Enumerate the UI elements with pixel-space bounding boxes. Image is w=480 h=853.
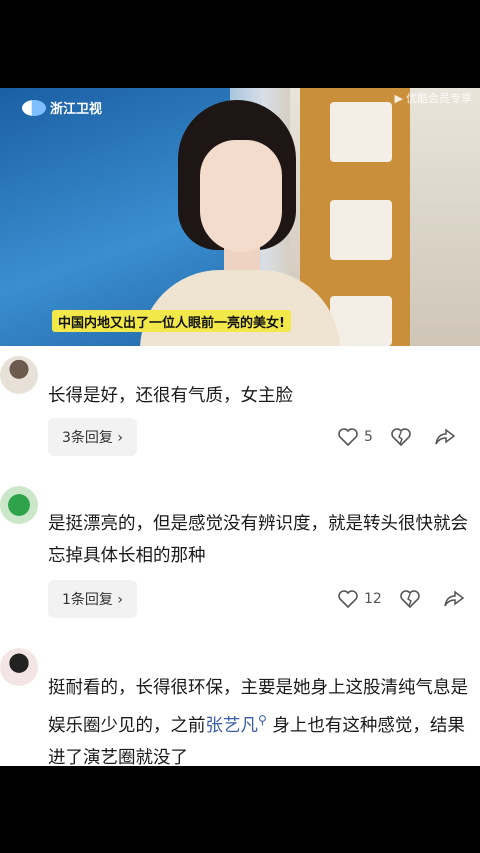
search-link-text: 张艺凡 xyxy=(205,715,259,736)
broken-heart-icon xyxy=(400,590,420,608)
dislike-button[interactable] xyxy=(400,590,426,608)
comment-list[interactable]: 长得是好，还很有气质，女主脸 3条回复 › 5 是挺漂亮的，但是感觉没有辨识度，… xyxy=(0,346,480,766)
watermark-text: 优酷会员专享 xyxy=(406,92,472,105)
video-frame[interactable]: 浙江卫视 ▶ 优酷会员专享 中国内地又出了一位人眼前一亮的美女! xyxy=(0,88,480,346)
view-replies-button[interactable]: 1条回复 › xyxy=(48,580,137,618)
broken-heart-icon xyxy=(391,428,411,446)
channel-logo: 浙江卫视 xyxy=(22,98,102,117)
comment-text: 长得是好，还很有气质，女主脸 xyxy=(48,386,293,406)
share-icon xyxy=(435,428,455,445)
avatar[interactable] xyxy=(0,356,38,394)
comment-actions: 5 xyxy=(338,428,479,446)
video-caption: 中国内地又出了一位人眼前一亮的美女! xyxy=(52,310,291,332)
comment-actions: 12 xyxy=(338,590,480,608)
like-button[interactable]: 5 xyxy=(338,428,373,446)
search-link[interactable]: 张艺凡⚲ xyxy=(205,713,267,736)
share-button[interactable] xyxy=(435,428,461,446)
heart-icon xyxy=(338,590,358,608)
avatar[interactable] xyxy=(0,648,38,686)
play-icon: ▶ xyxy=(394,91,403,105)
search-icon: ⚲ xyxy=(258,713,267,727)
avatar[interactable] xyxy=(0,486,38,524)
bottom-black-bar xyxy=(0,766,480,853)
heart-icon xyxy=(338,428,358,446)
video-set-window xyxy=(330,102,392,162)
video-set-window xyxy=(330,200,392,260)
share-icon xyxy=(444,590,464,607)
channel-logo-text: 浙江卫视 xyxy=(50,102,103,117)
comment-text: 挺耐看的，长得很环保，主要是她身上这股清纯气息是娱乐圈少见的，之前张艺凡⚲ 身上… xyxy=(48,672,468,766)
like-button[interactable]: 12 xyxy=(338,590,382,608)
share-button[interactable] xyxy=(444,590,470,608)
person-face xyxy=(200,140,282,252)
channel-logo-icon xyxy=(22,99,46,116)
video-watermark: ▶ 优酷会员专享 xyxy=(395,90,472,106)
dislike-button[interactable] xyxy=(391,428,417,446)
view-replies-button[interactable]: 3条回复 › xyxy=(48,418,137,456)
comment-text: 是挺漂亮的，但是感觉没有辨识度，就是转头很快就会忘掉具体长相的那种 xyxy=(48,514,468,566)
like-count: 5 xyxy=(364,429,373,445)
like-count: 12 xyxy=(364,591,382,607)
